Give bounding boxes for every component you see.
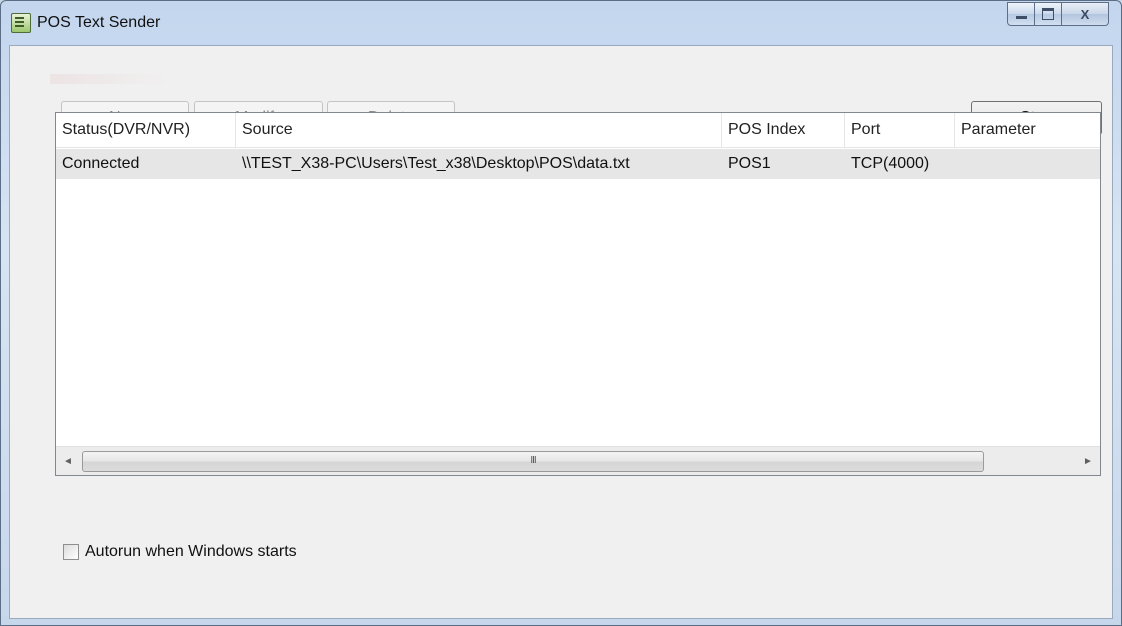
column-header-parameter[interactable]: Parameter: [955, 113, 1101, 147]
close-icon: X: [1080, 6, 1090, 22]
title-bar[interactable]: POS Text Sender X: [1, 1, 1121, 45]
autorun-label[interactable]: Autorun when Windows starts: [85, 543, 297, 561]
scroll-left-icon[interactable]: ◄: [56, 447, 80, 475]
close-button[interactable]: X: [1062, 2, 1109, 26]
cell-pos-index: POS1: [728, 155, 771, 172]
decorative-blur: [50, 74, 170, 84]
client-area: New Modify Delete Stop Status(DVR/NVR) S…: [9, 45, 1113, 619]
cell-source: \\TEST_X38-PC\Users\Test_x38\Desktop\POS…: [242, 155, 630, 172]
minimize-icon: [1015, 15, 1027, 19]
maximize-button[interactable]: [1035, 2, 1062, 26]
autorun-checkbox[interactable]: [63, 544, 79, 560]
app-window: POS Text Sender X New Modify Delete Stop…: [0, 0, 1122, 626]
column-header-port[interactable]: Port: [845, 113, 955, 147]
column-header-source[interactable]: Source: [236, 113, 722, 147]
autorun-option[interactable]: Autorun when Windows starts: [63, 542, 297, 562]
window-title: POS Text Sender: [37, 14, 161, 31]
maximize-icon: [1042, 8, 1054, 20]
column-header-pos-index[interactable]: POS Index: [722, 113, 845, 147]
table-row[interactable]: Connected \\TEST_X38-PC\Users\Test_x38\D…: [56, 149, 1100, 179]
scroll-thumb[interactable]: III: [82, 451, 984, 472]
column-header-status[interactable]: Status(DVR/NVR): [56, 113, 236, 147]
pos-app-icon[interactable]: [11, 13, 31, 33]
scroll-right-icon[interactable]: ►: [1076, 447, 1100, 475]
pos-list[interactable]: Status(DVR/NVR) Source POS Index Port Pa…: [55, 112, 1101, 476]
cell-port: TCP(4000): [851, 155, 930, 172]
cell-parameter: [955, 149, 1101, 179]
horizontal-scrollbar[interactable]: ◄ III ►: [56, 446, 1100, 475]
caption-buttons: X: [1007, 2, 1109, 26]
cell-status: Connected: [62, 155, 140, 172]
list-header: Status(DVR/NVR) Source POS Index Port Pa…: [56, 113, 1100, 148]
minimize-button[interactable]: [1007, 2, 1035, 26]
